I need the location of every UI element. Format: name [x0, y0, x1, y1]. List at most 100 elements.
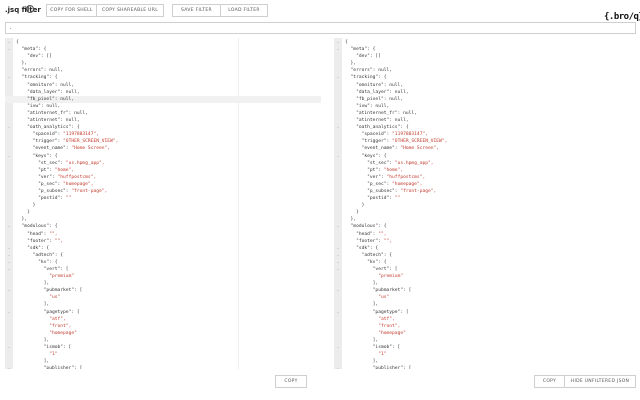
code-key: }, — [16, 61, 28, 67]
fold-toggle-icon[interactable]: - — [336, 259, 340, 266]
code-line: "dev": [] — [334, 53, 636, 60]
code-text: "ivw": null, — [16, 103, 60, 110]
code-line: "premium" — [5, 273, 321, 280]
code-key: "trigger": — [16, 139, 64, 145]
code-text: "kv": { — [345, 259, 386, 266]
code-text: "publisher": [ — [345, 365, 412, 369]
code-line: ], — [5, 280, 321, 287]
code-key: "p_sec": — [16, 181, 64, 187]
code-line: "atinternet": null, — [5, 117, 321, 124]
fold-toggle-icon[interactable]: - — [7, 365, 11, 369]
fold-toggle-icon[interactable]: - — [7, 245, 11, 252]
code-string: "atf", — [49, 316, 66, 322]
code-line: "trigger": "OTHER_SCREEN_VIEW", — [5, 138, 321, 145]
fold-toggle-icon[interactable]: - — [336, 39, 340, 46]
copy-shareable-url-button[interactable]: COPY SHAREABLE URL — [96, 4, 164, 17]
code-line: - "sdk": { — [5, 245, 321, 252]
copy-output-button[interactable]: COPY — [534, 375, 564, 388]
code-text: "st_sec": "us.hpmg_app", — [16, 160, 104, 167]
code-key — [345, 274, 378, 279]
hide-unfiltered-json-button[interactable]: HIDE UNFILTERED JSON — [564, 375, 636, 388]
code-line: ], — [5, 358, 321, 365]
help-icon[interactable]: ? — [26, 5, 34, 13]
code-key: "ivw": null, — [16, 103, 61, 109]
code-line: "head": "", — [334, 231, 636, 238]
fold-toggle-icon[interactable]: - — [7, 39, 11, 46]
fold-toggle-icon[interactable]: - — [7, 252, 11, 259]
fold-toggle-icon[interactable]: - — [7, 74, 11, 81]
code-line: - "pagetype": [ — [5, 309, 321, 316]
fold-toggle-icon[interactable]: - — [7, 287, 11, 294]
code-text: { — [345, 39, 348, 46]
fold-toggle-icon[interactable]: - — [7, 46, 11, 53]
code-string: "", — [378, 231, 387, 237]
code-string: "", — [54, 238, 64, 244]
copy-input-button[interactable]: COPY — [275, 375, 307, 388]
code-text: "front", — [16, 323, 71, 330]
code-line: "pt": "home", — [334, 167, 636, 174]
code-line: ], — [334, 337, 636, 344]
code-line: ], — [334, 358, 636, 365]
code-text: ], — [16, 337, 50, 344]
output-json-code: -{- "meta": { "dev": [] }, "errors": nul… — [334, 39, 636, 369]
code-key: "spaceid": — [345, 132, 393, 138]
code-line: - "oath_analytics": { — [5, 124, 321, 131]
load-filter-button[interactable]: LOAD FILTER — [220, 4, 268, 17]
code-key: { — [345, 40, 348, 45]
fold-toggle-icon[interactable]: - — [336, 223, 340, 230]
filter-input[interactable] — [5, 22, 636, 34]
code-line: "omniture": null, — [5, 82, 321, 89]
code-line: }, — [334, 60, 636, 67]
top-bar: .jsq filter ? COPY FOR SHELL COPY SHAREA… — [0, 0, 640, 20]
code-key: ], — [16, 281, 50, 287]
code-text: "modulous": { — [345, 223, 387, 230]
fold-toggle-icon[interactable]: - — [7, 266, 11, 273]
code-line: "omniture": null, — [334, 82, 636, 89]
fold-toggle-icon[interactable]: - — [336, 365, 340, 369]
code-string: "homepage" — [49, 330, 77, 336]
input-json-editor[interactable]: -{- "meta": { "dev": [] }, "errors": nul… — [5, 38, 321, 369]
fold-toggle-icon[interactable]: - — [336, 46, 340, 53]
fold-toggle-icon[interactable]: - — [336, 124, 340, 131]
fold-toggle-icon[interactable]: - — [336, 344, 340, 351]
code-line: - "adtech": { — [5, 252, 321, 259]
code-line: "head": "", — [5, 231, 321, 238]
code-text: "tracking": { — [16, 74, 58, 81]
code-text: }, — [345, 216, 357, 223]
code-text: "us" — [16, 294, 60, 301]
fold-toggle-icon[interactable]: - — [336, 245, 340, 252]
code-text: "event_name": "Home Screen", — [16, 145, 110, 152]
code-line: - "kv": { — [334, 259, 636, 266]
code-line: "fb_pixel": null, — [334, 96, 636, 103]
fold-toggle-icon[interactable]: - — [336, 266, 340, 273]
code-key — [345, 352, 378, 357]
code-text: "head": "", — [345, 231, 387, 238]
code-text: ], — [16, 280, 50, 287]
code-text: "errors": null, — [16, 67, 64, 74]
fold-toggle-icon[interactable]: - — [7, 259, 11, 266]
fold-toggle-icon[interactable]: - — [7, 344, 11, 351]
code-text: ], — [16, 358, 50, 365]
code-key: "atinternet_fr": null, — [345, 110, 417, 116]
code-line: "spaceid": "1197803147", — [334, 131, 636, 138]
code-key — [345, 317, 378, 322]
fold-toggle-icon[interactable]: - — [336, 287, 340, 294]
code-line: - "adtech": { — [334, 252, 636, 259]
code-line: - "ismob": [ — [334, 344, 636, 351]
code-text: "atinternet_fr": null, — [16, 110, 88, 117]
fold-toggle-icon[interactable]: - — [7, 153, 11, 160]
copy-for-shell-button[interactable]: COPY FOR SHELL — [46, 4, 96, 17]
output-json-viewer[interactable]: -{- "meta": { "dev": [] }, "errors": nul… — [334, 38, 636, 369]
code-key: "st_sec": — [16, 160, 66, 166]
fold-toggle-icon[interactable]: - — [7, 309, 11, 316]
fold-toggle-icon[interactable]: - — [336, 252, 340, 259]
fold-toggle-icon[interactable]: - — [7, 124, 11, 131]
fold-toggle-icon[interactable]: - — [336, 153, 340, 160]
code-text: "modulous": { — [16, 223, 58, 230]
fold-toggle-icon[interactable]: - — [7, 223, 11, 230]
save-filter-button[interactable]: SAVE FILTER — [172, 4, 220, 17]
code-line: - "vert": [ — [5, 266, 321, 273]
code-text: "p_sec": "homepage", — [345, 181, 422, 188]
fold-toggle-icon[interactable]: - — [336, 309, 340, 316]
fold-toggle-icon[interactable]: - — [336, 74, 340, 81]
